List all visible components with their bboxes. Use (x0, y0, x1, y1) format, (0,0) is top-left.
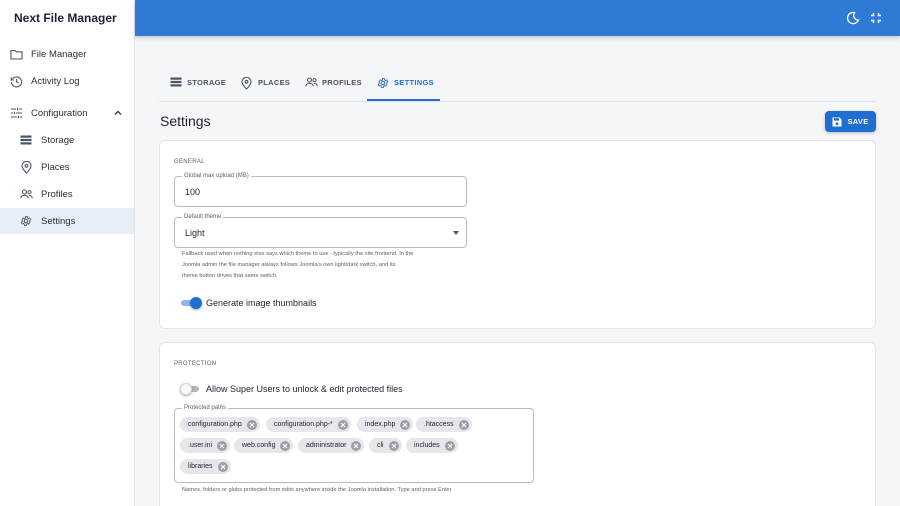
sidebar-item-settings[interactable]: Settings (0, 208, 134, 234)
storage-icon (170, 77, 182, 89)
tab-places[interactable]: PLACES (241, 64, 290, 101)
path-chip[interactable]: administrator (298, 438, 365, 453)
history-icon (9, 74, 23, 88)
sidebar-item-file-manager[interactable]: File Manager (0, 41, 134, 67)
tab-label: SETTINGS (394, 78, 434, 87)
sidebar-item-label: File Manager (31, 48, 87, 60)
thumbnails-label: Generate image thumbnails (206, 298, 317, 308)
tab-storage[interactable]: STORAGE (170, 64, 226, 101)
gear-icon (19, 214, 33, 228)
protected-paths-label: Protected paths (182, 405, 229, 411)
tab-profiles[interactable]: PROFILES (305, 64, 362, 101)
chip-label: cli (377, 442, 384, 449)
path-chip[interactable]: index.php (357, 417, 414, 432)
people-icon (19, 187, 33, 201)
max-upload-field[interactable]: Global max upload (MB) 100 (174, 173, 467, 207)
chip-remove-icon[interactable] (337, 419, 348, 430)
tab-label: STORAGE (187, 78, 227, 87)
default-theme-label: Default theme (182, 214, 224, 220)
tune-icon (9, 106, 23, 120)
chip-remove-icon[interactable] (458, 419, 469, 430)
chip-label: web.config (242, 442, 276, 449)
help-line: Fallback used when nothing else says whi… (182, 251, 414, 257)
toggle-knob (180, 383, 192, 395)
exit-fullscreen-icon[interactable] (869, 11, 883, 25)
chip-label: index.php (365, 421, 396, 428)
path-chip[interactable]: configuration.php (180, 417, 260, 432)
chip-label: libraries (188, 463, 213, 470)
tab-label: PROFILES (322, 78, 362, 87)
theme-help-text: Fallback used when nothing else says whi… (182, 249, 472, 282)
super-users-toggle[interactable] (180, 383, 202, 395)
chevron-up-icon[interactable] (113, 108, 123, 118)
people-icon (305, 76, 318, 89)
sidebar-item-storage[interactable]: Storage (0, 127, 134, 153)
max-upload-value: 100 (185, 187, 201, 197)
tab-settings[interactable]: SETTINGS (377, 64, 434, 101)
gear-icon (377, 77, 389, 89)
chip-remove-icon[interactable] (217, 461, 228, 472)
path-chip[interactable]: web.config (234, 438, 294, 453)
thumbnails-toggle[interactable] (180, 297, 202, 309)
default-theme-value: Light (185, 228, 205, 238)
chip-label: .user.ini (188, 442, 213, 449)
active-tab-indicator (367, 99, 440, 101)
sidebar-item-places[interactable]: Places (0, 154, 134, 180)
sidebar-item-label: Profiles (41, 188, 73, 200)
save-icon (832, 117, 842, 127)
sidebar-item-label: Places (41, 161, 70, 173)
tab-label: PLACES (258, 78, 291, 87)
sidebar: Next File Manager File Manager Activity … (0, 0, 135, 506)
storage-icon (19, 133, 33, 147)
chip-label: configuration.php (188, 421, 242, 428)
chip-remove-icon[interactable] (388, 440, 399, 451)
max-upload-label: Global max upload (MB) (182, 173, 251, 179)
super-users-label: Allow Super Users to unlock & edit prote… (206, 384, 403, 394)
chip-label: configuration.php-* (274, 421, 333, 428)
path-chip[interactable]: libraries (180, 459, 231, 474)
chip-label: includes (414, 442, 440, 449)
place-icon (241, 76, 253, 90)
folder-icon (9, 47, 23, 61)
sidebar-item-label: Settings (41, 215, 76, 227)
save-button-label: SAVE (847, 117, 869, 126)
protected-paths-help: Names, folders or globs protected from e… (182, 487, 453, 493)
protection-section-label: PROTECTION (174, 361, 217, 367)
general-section-label: GENERAL (174, 159, 205, 165)
chip-remove-icon[interactable] (217, 440, 228, 451)
chip-remove-icon[interactable] (351, 440, 362, 451)
top-app-bar (135, 0, 900, 36)
sidebar-item-label: Storage (41, 134, 75, 146)
path-chip[interactable]: includes (406, 438, 458, 453)
chip-remove-icon[interactable] (246, 419, 257, 430)
path-chip[interactable]: cli (369, 438, 402, 453)
dropdown-arrow-icon (453, 231, 459, 235)
help-line: theme button drives that same switch. (182, 273, 278, 279)
chip-remove-icon[interactable] (400, 419, 411, 430)
sidebar-item-label: Activity Log (31, 75, 80, 87)
chip-remove-icon[interactable] (444, 440, 455, 451)
default-theme-select[interactable]: Default theme Light (174, 214, 467, 248)
sidebar-item-label: Configuration (31, 107, 88, 119)
chip-label: administrator (306, 442, 347, 449)
place-icon (19, 160, 33, 174)
help-line: Joomla admin the file manager always fol… (182, 262, 396, 268)
sidebar-item-profiles[interactable]: Profiles (0, 181, 134, 207)
chip-remove-icon[interactable] (280, 440, 291, 451)
save-button[interactable]: SAVE (825, 111, 876, 132)
theme-moon-icon[interactable] (846, 11, 860, 25)
chip-label: .htaccess (424, 421, 454, 428)
sidebar-item-configuration[interactable]: Configuration (0, 100, 134, 126)
settings-tabs: STORAGE PLACES PROFILES SETTINGS (159, 64, 876, 102)
path-chip[interactable]: .htaccess (416, 417, 472, 432)
path-chip[interactable]: configuration.php-* (266, 417, 351, 432)
toggle-knob (190, 297, 202, 309)
sidebar-item-activity-log[interactable]: Activity Log (0, 68, 134, 94)
path-chip[interactable]: .user.ini (180, 438, 231, 453)
page-title: Settings (160, 113, 211, 129)
app-title: Next File Manager (14, 11, 117, 25)
